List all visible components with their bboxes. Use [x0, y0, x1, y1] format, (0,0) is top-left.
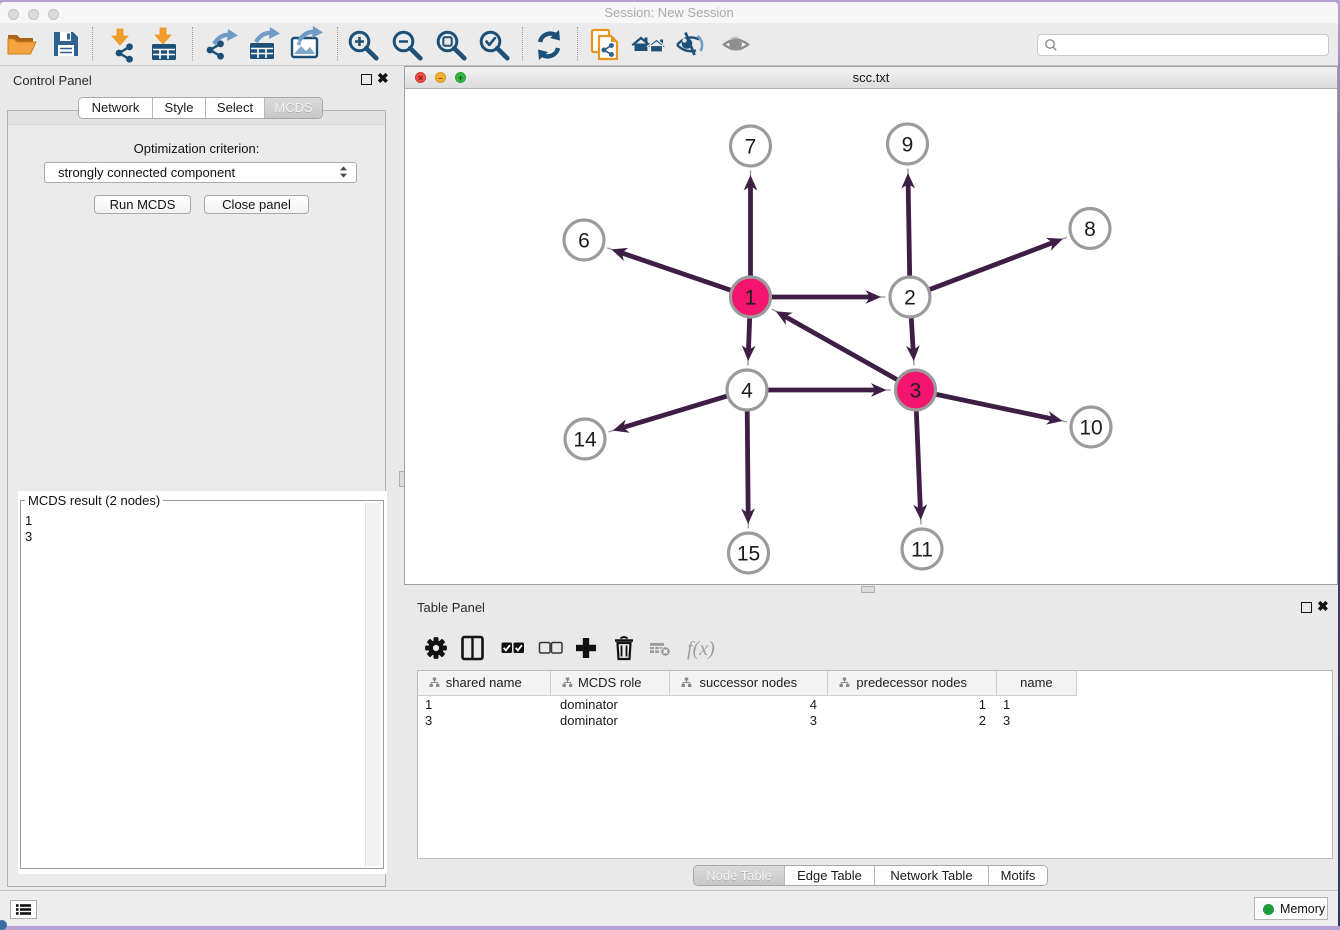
svg-text:6: 6 — [578, 230, 590, 253]
svg-text:2: 2 — [904, 287, 916, 310]
svg-text:f(x): f(x) — [687, 638, 715, 660]
svg-text:14: 14 — [573, 429, 597, 452]
svg-text:8: 8 — [1084, 218, 1096, 241]
svg-text:3: 3 — [910, 380, 922, 403]
svg-text:9: 9 — [902, 134, 914, 157]
svg-text:4: 4 — [741, 380, 753, 403]
svg-text:11: 11 — [911, 539, 933, 562]
svg-text:1: 1 — [745, 287, 757, 310]
svg-text:15: 15 — [737, 543, 760, 566]
svg-text:7: 7 — [745, 136, 757, 159]
svg-text:10: 10 — [1079, 417, 1102, 440]
